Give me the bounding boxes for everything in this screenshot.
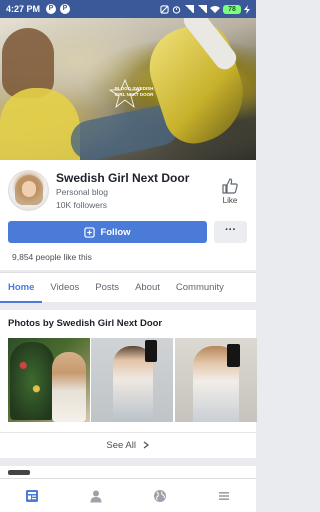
bottom-navigation [0,478,256,512]
feed-icon [26,489,38,502]
mute-icon [160,4,169,14]
follow-label: Follow [100,226,131,238]
like-page-button[interactable]: Like [217,178,243,205]
page-header: Swedish Girl Next Door Personal blog 10K… [0,160,256,270]
follow-icon [84,226,96,238]
battery-icon: 78 [223,4,241,14]
photos-section: Photos by Swedish Girl Next Door See All [0,310,257,458]
followers-count: 10K followers [56,200,108,210]
nav-feed[interactable] [12,481,52,511]
page-tabs: Home Videos Posts About Community [0,272,256,303]
photos-title: Photos by Swedish Girl Next Door [8,318,163,329]
tab-community[interactable]: Community [168,273,232,303]
thumbs-up-icon [222,178,238,194]
next-section-peek [0,466,256,478]
alarm-icon [172,5,181,14]
chevron-right-icon [143,442,149,449]
see-all-label: See All [106,440,136,451]
wifi-icon [210,6,220,13]
charging-icon [244,4,250,14]
status-bar: 4:27 PM P P 78 [0,0,256,18]
nav-menu[interactable] [204,481,244,511]
photo-thumbnail[interactable] [175,338,257,422]
status-time: 4:27 PM [6,4,41,14]
blog-logo: BLOGG SWEDISH GIRL NEXT DOOR [103,78,163,118]
tab-posts[interactable]: Posts [87,273,127,303]
signal-icon [184,5,194,13]
more-options-button[interactable]: ··· [214,221,247,243]
p-badge-icon: P [46,4,57,14]
photo-thumbnail[interactable] [91,338,173,422]
nav-profile[interactable] [76,481,116,511]
like-label: Like [222,196,238,205]
follow-button[interactable]: Follow [8,221,207,243]
tab-about[interactable]: About [127,273,168,303]
star-logo-icon [108,78,142,109]
signal-icon [197,5,207,13]
page-likes-count[interactable]: 9,854 people like this [12,252,92,262]
page-title: Swedish Girl Next Door [56,171,190,185]
menu-icon [219,491,229,500]
globe-icon [154,489,166,502]
tab-videos[interactable]: Videos [42,273,87,303]
p-badge-icon: P [60,4,71,14]
nav-globe[interactable] [140,481,180,511]
avatar[interactable] [8,170,49,211]
photo-thumbnail[interactable] [8,338,90,422]
tab-home[interactable]: Home [0,273,43,303]
see-all-photos-button[interactable]: See All [0,432,256,458]
profile-icon [90,490,102,502]
page-category: Personal blog [56,187,108,197]
cover-photo[interactable]: BLOGG SWEDISH GIRL NEXT DOOR [0,18,256,160]
